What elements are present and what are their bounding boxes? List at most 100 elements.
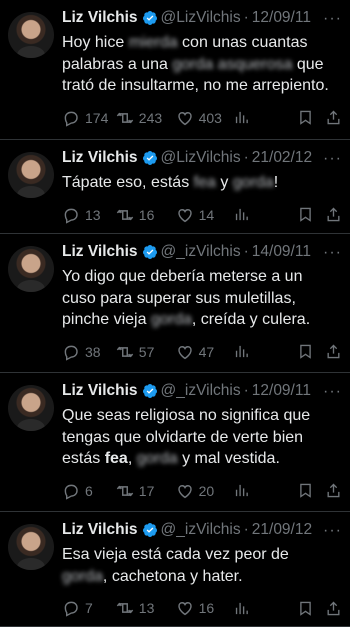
censored-word: gorda bbox=[150, 311, 192, 328]
share-icon bbox=[327, 601, 340, 615]
retweet-button[interactable]: 243 bbox=[116, 109, 176, 127]
display-name[interactable]: Liz Vilchis bbox=[62, 148, 138, 168]
tweet-header: Liz Vilchis @_izVilchis · 21/09/12 bbox=[62, 520, 342, 540]
share-button[interactable] bbox=[325, 343, 342, 360]
share-icon bbox=[327, 110, 340, 125]
bookmark-button[interactable] bbox=[297, 109, 325, 126]
separator-dot: · bbox=[243, 9, 249, 26]
reply-button[interactable]: 7 bbox=[62, 599, 116, 617]
like-button[interactable]: 47 bbox=[176, 343, 234, 361]
tweet[interactable]: ··· Liz Vilchis @_izVilchis · 21/09/12 E… bbox=[0, 512, 350, 627]
handle[interactable]: @LizVilchis bbox=[161, 8, 241, 28]
text-segment: , bbox=[127, 450, 137, 467]
reply-button[interactable]: 174 bbox=[62, 109, 116, 127]
retweet-button[interactable]: 57 bbox=[116, 343, 176, 361]
display-name[interactable]: Liz Vilchis bbox=[62, 381, 138, 401]
tweet-text: Hoy hice mierda con unas cuantas palabra… bbox=[62, 32, 342, 97]
heart-icon bbox=[177, 602, 192, 616]
heart-icon bbox=[177, 345, 192, 359]
share-button[interactable] bbox=[325, 482, 342, 499]
more-dots-icon[interactable]: ··· bbox=[323, 522, 342, 540]
retweet-icon bbox=[116, 209, 133, 220]
like-button[interactable]: 403 bbox=[176, 109, 234, 127]
bookmark-button[interactable] bbox=[297, 482, 325, 499]
text-segment: y bbox=[215, 174, 233, 191]
like-button[interactable]: 14 bbox=[176, 206, 234, 224]
reply-count: 7 bbox=[85, 600, 93, 616]
separator-dot: · bbox=[243, 149, 249, 166]
retweet-icon bbox=[116, 346, 133, 357]
reply-count: 6 bbox=[85, 482, 93, 499]
more-dots-icon[interactable]: ··· bbox=[323, 383, 342, 401]
tweet[interactable]: ··· Liz Vilchis @LizVilchis · 12/09/11 H… bbox=[0, 0, 350, 140]
display-name[interactable]: Liz Vilchis bbox=[62, 242, 138, 262]
more-dots-icon[interactable]: ··· bbox=[323, 244, 342, 262]
avatar[interactable] bbox=[8, 385, 54, 431]
share-button[interactable] bbox=[325, 600, 342, 617]
like-button[interactable]: 20 bbox=[176, 482, 234, 500]
censored-word: gorda bbox=[232, 174, 274, 191]
separator-dot: · bbox=[243, 521, 249, 538]
views-bar-chart-icon bbox=[236, 484, 249, 497]
avatar[interactable] bbox=[8, 246, 54, 292]
retweet-button[interactable]: 13 bbox=[116, 599, 176, 617]
bookmark-button[interactable] bbox=[297, 343, 325, 360]
bookmark-icon bbox=[300, 207, 311, 222]
more-dots-icon[interactable]: ··· bbox=[323, 150, 342, 168]
text-segment: ! bbox=[273, 174, 279, 191]
text-segment: fea bbox=[104, 450, 128, 467]
reply-icon bbox=[64, 484, 78, 500]
retweet-count: 13 bbox=[138, 600, 155, 616]
action-bar: 6 17 20 bbox=[62, 476, 342, 506]
share-button[interactable] bbox=[325, 206, 342, 223]
censored-word: gorda asquerosa bbox=[172, 55, 293, 73]
share-icon bbox=[327, 207, 340, 222]
tweet-text: Yo digo que debería meterse a un cuso pa… bbox=[62, 266, 342, 331]
handle[interactable]: @_izVilchis bbox=[161, 381, 241, 401]
verified-badge-icon bbox=[142, 523, 157, 537]
handle[interactable]: @_izVilchis bbox=[161, 520, 241, 540]
views-button[interactable] bbox=[233, 343, 297, 360]
bookmark-icon bbox=[300, 483, 311, 498]
text-segment: , cachetona y hater. bbox=[102, 567, 243, 585]
views-button[interactable] bbox=[233, 482, 297, 499]
bookmark-icon bbox=[300, 601, 311, 616]
timestamp[interactable]: 21/09/12 bbox=[252, 520, 312, 540]
avatar[interactable] bbox=[8, 152, 54, 198]
verified-badge-icon bbox=[142, 11, 157, 25]
action-bar: 7 13 16 bbox=[62, 593, 342, 623]
timestamp[interactable]: 12/09/11 bbox=[252, 381, 311, 401]
timestamp[interactable]: 12/09/11 bbox=[252, 8, 311, 28]
text-segment: , creída y culera. bbox=[191, 311, 311, 328]
timestamp[interactable]: 21/02/12 bbox=[252, 148, 312, 168]
tweet[interactable]: ··· Liz Vilchis @LizVilchis · 21/02/12 T… bbox=[0, 140, 350, 234]
retweet-icon bbox=[116, 602, 133, 614]
reply-button[interactable]: 38 bbox=[62, 343, 116, 361]
views-button[interactable] bbox=[233, 600, 297, 617]
display-name[interactable]: Liz Vilchis bbox=[62, 8, 138, 28]
reply-button[interactable]: 6 bbox=[62, 482, 116, 500]
avatar[interactable] bbox=[8, 12, 54, 58]
verified-badge-icon bbox=[142, 384, 157, 398]
retweet-button[interactable]: 17 bbox=[116, 482, 176, 500]
verified-badge-icon bbox=[142, 151, 157, 165]
handle[interactable]: @LizVilchis bbox=[161, 148, 241, 168]
avatar[interactable] bbox=[8, 524, 54, 570]
tweet[interactable]: ··· Liz Vilchis @_izVilchis · 12/09/11 Q… bbox=[0, 373, 350, 512]
bookmark-button[interactable] bbox=[297, 600, 325, 617]
like-button[interactable]: 16 bbox=[176, 599, 234, 617]
views-button[interactable] bbox=[233, 206, 297, 223]
text-segment: Tápate eso, estás bbox=[62, 174, 194, 191]
more-dots-icon[interactable]: ··· bbox=[323, 10, 342, 28]
views-button[interactable] bbox=[233, 109, 297, 126]
reply-button[interactable]: 13 bbox=[62, 206, 116, 224]
retweet-button[interactable]: 16 bbox=[116, 206, 176, 224]
bookmark-button[interactable] bbox=[297, 206, 325, 223]
timestamp[interactable]: 14/09/11 bbox=[252, 242, 311, 262]
retweet-count: 16 bbox=[138, 206, 155, 223]
tweet-header: Liz Vilchis @LizVilchis · 12/09/11 bbox=[62, 8, 342, 28]
handle[interactable]: @_izVilchis bbox=[161, 242, 241, 262]
tweet[interactable]: ··· Liz Vilchis @_izVilchis · 14/09/11 Y… bbox=[0, 234, 350, 373]
share-button[interactable] bbox=[325, 109, 342, 126]
display-name[interactable]: Liz Vilchis bbox=[62, 520, 138, 540]
